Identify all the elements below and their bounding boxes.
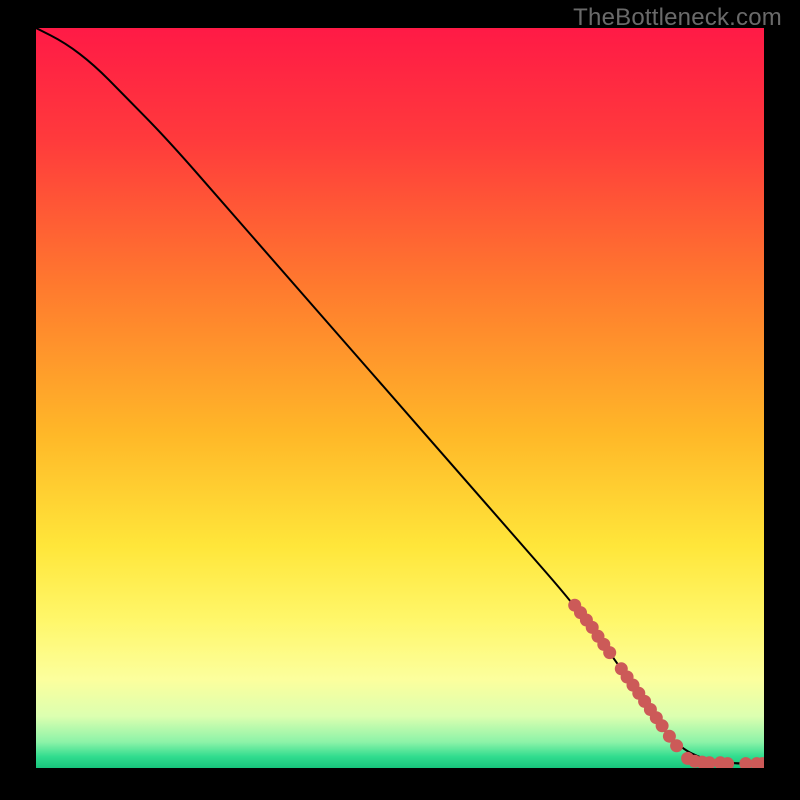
- watermark-text: TheBottleneck.com: [573, 4, 782, 32]
- chart-svg: [36, 28, 764, 768]
- data-marker: [670, 739, 683, 752]
- chart-frame: TheBottleneck.com: [0, 0, 800, 800]
- plot-area: [36, 28, 764, 768]
- gradient-background: [36, 28, 764, 768]
- data-marker: [603, 646, 616, 659]
